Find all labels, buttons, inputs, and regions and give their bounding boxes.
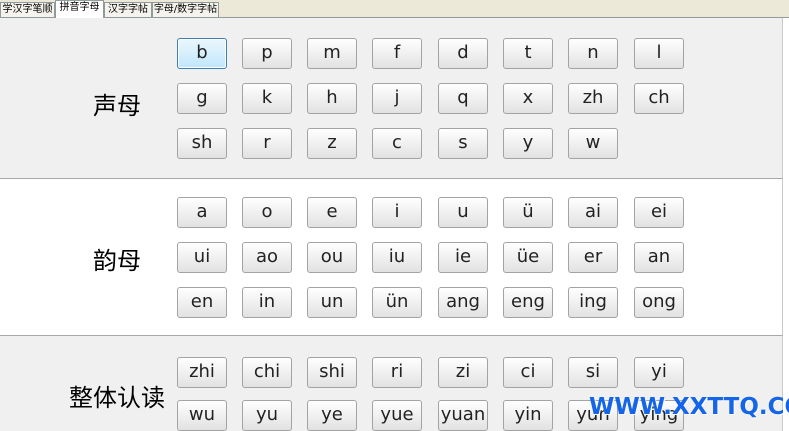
site-watermark: WWW.XXTTQ.COM [589,394,789,420]
key-ei[interactable]: ei [634,197,684,228]
key-q[interactable]: q [438,83,488,114]
key-er[interactable]: er [568,242,618,273]
key-chi[interactable]: chi [242,357,292,388]
key-m[interactable]: m [307,38,357,69]
section-initials: 声母 b p m f d t n l g k h j q x zh ch sh r z c s y w [0,18,783,178]
key-a[interactable]: a [177,197,227,228]
tab-hanzi-stroke-order[interactable]: 学汉字笔顺 [0,2,55,17]
key-ing[interactable]: ing [568,287,618,318]
key-ri[interactable]: ri [372,357,422,388]
key-en[interactable]: en [177,287,227,318]
key-ü[interactable]: ü [503,197,553,228]
key-yi[interactable]: yi [634,357,684,388]
tab-letter-number-copybook[interactable]: 字母/数字字帖 [152,2,219,17]
key-z[interactable]: z [307,128,357,159]
key-l[interactable]: l [634,38,684,69]
key-s[interactable]: s [438,128,488,159]
key-ai[interactable]: ai [568,197,618,228]
key-shi[interactable]: shi [307,357,357,388]
key-p[interactable]: p [242,38,292,69]
key-ou[interactable]: ou [307,242,357,273]
key-j[interactable]: j [372,83,422,114]
key-ao[interactable]: ao [242,242,292,273]
key-iu[interactable]: iu [372,242,422,273]
tab-pinyin-letters[interactable]: 拼音字母 [55,0,104,18]
key-ci[interactable]: ci [503,357,553,388]
key-yue[interactable]: yue [372,400,422,431]
section-finals: 韵母 a o e i u ü ai ei ui ao ou iu ie üe er an en in un ün ang… [0,178,783,335]
key-ch[interactable]: ch [634,83,684,114]
key-i[interactable]: i [372,197,422,228]
key-zi[interactable]: zi [438,357,488,388]
key-n[interactable]: n [568,38,618,69]
key-ang[interactable]: ang [438,287,488,318]
key-un[interactable]: un [307,287,357,318]
key-an[interactable]: an [634,242,684,273]
key-üe[interactable]: üe [503,242,553,273]
section-label-finals: 韵母 [93,247,141,275]
key-zhi[interactable]: zhi [177,357,227,388]
key-d[interactable]: d [438,38,488,69]
key-ye[interactable]: ye [307,400,357,431]
key-e[interactable]: e [307,197,357,228]
key-b[interactable]: b [177,38,227,69]
key-k[interactable]: k [242,83,292,114]
key-sh[interactable]: sh [177,128,227,159]
key-h[interactable]: h [307,83,357,114]
key-zh[interactable]: zh [568,83,618,114]
key-eng[interactable]: eng [503,287,553,318]
key-wu[interactable]: wu [177,400,227,431]
section-label-initials: 声母 [93,92,141,120]
key-x[interactable]: x [503,83,553,114]
tab-bar: 学汉字笔顺 拼音字母 汉字字帖 字母/数字字帖 [0,0,789,18]
key-in[interactable]: in [242,287,292,318]
key-t[interactable]: t [503,38,553,69]
key-o[interactable]: o [242,197,292,228]
key-ui[interactable]: ui [177,242,227,273]
key-ong[interactable]: ong [634,287,684,318]
key-y[interactable]: y [503,128,553,159]
key-f[interactable]: f [372,38,422,69]
section-label-whole-syllables: 整体认读 [69,384,165,412]
key-g[interactable]: g [177,83,227,114]
key-w[interactable]: w [568,128,618,159]
key-yu[interactable]: yu [242,400,292,431]
tab-hanzi-copybook[interactable]: 汉字字帖 [104,2,152,17]
key-yuan[interactable]: yuan [438,400,488,431]
key-ün[interactable]: ün [372,287,422,318]
key-ie[interactable]: ie [438,242,488,273]
key-si[interactable]: si [568,357,618,388]
key-c[interactable]: c [372,128,422,159]
key-r[interactable]: r [242,128,292,159]
key-yin[interactable]: yin [503,400,553,431]
key-u[interactable]: u [438,197,488,228]
